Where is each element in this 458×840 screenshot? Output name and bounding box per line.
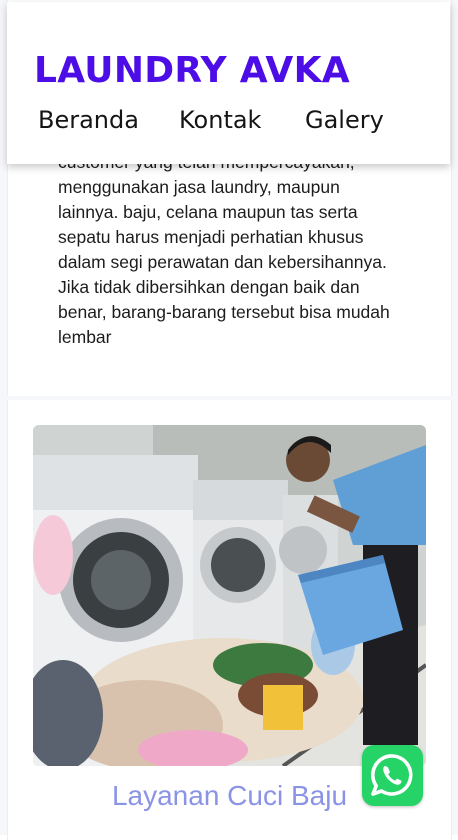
site-header: LAUNDRY AVKA Beranda Kontak Galery	[7, 2, 450, 164]
article-text: customer yang telah mempercayakan, mengg…	[58, 152, 390, 347]
nav-beranda[interactable]: Beranda	[38, 106, 139, 134]
nav-kontak[interactable]: Kontak	[179, 106, 261, 134]
whatsapp-icon	[371, 754, 413, 796]
whatsapp-button[interactable]	[362, 745, 423, 806]
nav-galery[interactable]: Galery	[305, 106, 384, 134]
laundry-photo	[33, 425, 426, 766]
brand-logo[interactable]: LAUNDRY AVKA	[34, 50, 350, 91]
